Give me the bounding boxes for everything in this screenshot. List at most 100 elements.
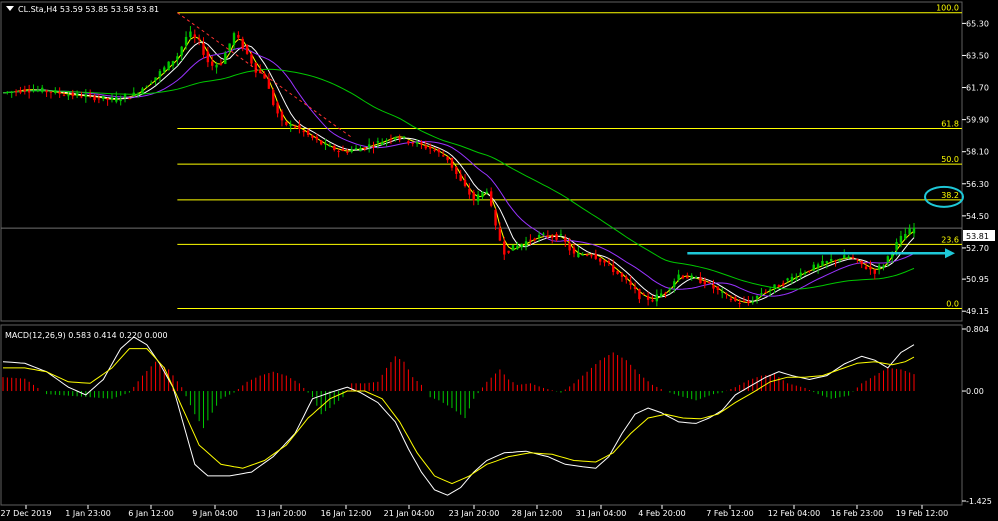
candle-body [45, 90, 48, 93]
candle-body [742, 300, 746, 302]
candle-body [908, 228, 911, 235]
candle-body [136, 93, 140, 95]
candle-body [703, 280, 706, 285]
candle-body [293, 126, 297, 128]
candle-body [860, 260, 863, 265]
candle-body [612, 265, 615, 272]
candle-body [590, 255, 593, 257]
candle-body [529, 239, 532, 241]
candle-body [747, 300, 750, 304]
candle-body [694, 277, 698, 279]
symbol-info: CL.Sta,H4 53.59 53.85 53.58 53.81 [18, 5, 159, 14]
candle-body [489, 191, 493, 206]
candle-body [197, 38, 201, 40]
candle-body [760, 293, 763, 295]
candle-body [721, 291, 724, 293]
candle-body [241, 38, 244, 49]
candle-body [524, 241, 528, 247]
candle-body [904, 233, 907, 240]
time-tick-label: 1 Jan 23:00 [65, 509, 111, 518]
candle-body [97, 98, 101, 100]
candle-body [41, 87, 44, 92]
price-tick-label: 49.15 [966, 307, 989, 316]
candle-body [276, 102, 279, 114]
candle-body [141, 88, 144, 94]
candle-body [912, 227, 916, 234]
candle-body [442, 155, 445, 157]
candle-body [154, 77, 157, 81]
chart-background [0, 0, 998, 521]
candle-body [215, 64, 218, 68]
time-tick-label: 23 Jan 20:00 [449, 509, 500, 518]
candle-body [27, 90, 31, 93]
candle-body [193, 34, 196, 38]
candle-body [346, 151, 349, 153]
candle-body [145, 86, 149, 88]
candle-body [729, 298, 733, 300]
candle-body [106, 98, 109, 100]
candle-body [202, 43, 205, 55]
candle-body [411, 142, 414, 144]
price-tick-label: 58.10 [966, 148, 989, 157]
candle-body [298, 124, 301, 129]
candle-body [219, 63, 223, 65]
time-tick-label: 27 Dec 2019 [0, 509, 51, 518]
candle-body [829, 259, 833, 262]
candle-body [211, 61, 214, 66]
candle-body [150, 82, 153, 84]
candle-body [385, 140, 388, 142]
time-tick-label: 28 Jan 12:00 [512, 509, 563, 518]
candle-body [58, 92, 61, 94]
candle-body [476, 194, 480, 202]
candle-body [821, 260, 824, 266]
candle-body [616, 270, 619, 274]
macd-tick-label: -1.425 [966, 497, 992, 506]
candle-body [838, 259, 842, 261]
candle-body [851, 256, 855, 259]
price-tick-label: 59.90 [966, 116, 989, 125]
fib-level-label: 23.6 [941, 235, 959, 244]
candle-body [882, 265, 885, 268]
candle-body [428, 146, 432, 149]
candle-body [790, 276, 794, 281]
candle-body [359, 148, 362, 152]
candle-body [280, 111, 284, 121]
candle-body [115, 97, 118, 102]
candle-body [10, 91, 13, 93]
fib-level-label: 61.8 [941, 120, 959, 129]
time-tick-label: 9 Jan 04:00 [192, 509, 238, 518]
candle-body [102, 95, 105, 99]
candle-body [119, 100, 122, 102]
price-tick-label: 52.70 [966, 244, 989, 253]
candle-body [376, 141, 380, 143]
candle-body [498, 227, 502, 241]
candle-body [163, 67, 166, 72]
candle-body [725, 293, 728, 295]
candle-body [690, 275, 693, 279]
time-tick-label: 16 Jan 12:00 [321, 509, 372, 518]
candle-body [507, 250, 510, 253]
time-tick-label: 7 Feb 12:00 [706, 509, 753, 518]
macd-info: MACD(12,26,9) 0.583 0.414 0.220 0.000 [5, 331, 168, 340]
candle-body [306, 130, 310, 135]
candle-body [629, 281, 632, 285]
fib-level-label: 38.2 [941, 191, 959, 200]
candle-body [302, 130, 305, 133]
candle-body [171, 60, 175, 66]
candle-body [625, 276, 628, 280]
candle-body [511, 244, 515, 251]
price-tick-label: 56.30 [966, 180, 989, 189]
candle-body [420, 142, 423, 145]
candle-body [755, 295, 759, 299]
candle-body [503, 241, 506, 255]
price-tick-label: 65.30 [966, 19, 989, 28]
candle-body [463, 179, 467, 187]
candle-body [158, 71, 162, 78]
candle-body [180, 46, 183, 56]
candle-body [542, 233, 545, 235]
candle-body [581, 254, 584, 256]
candle-body [716, 286, 720, 290]
candle-body [673, 281, 676, 288]
candle-body [585, 254, 589, 256]
price-chart-svg[interactable]: CL.Sta,H4 53.59 53.85 53.58 53.81 MACD(1… [0, 0, 998, 521]
